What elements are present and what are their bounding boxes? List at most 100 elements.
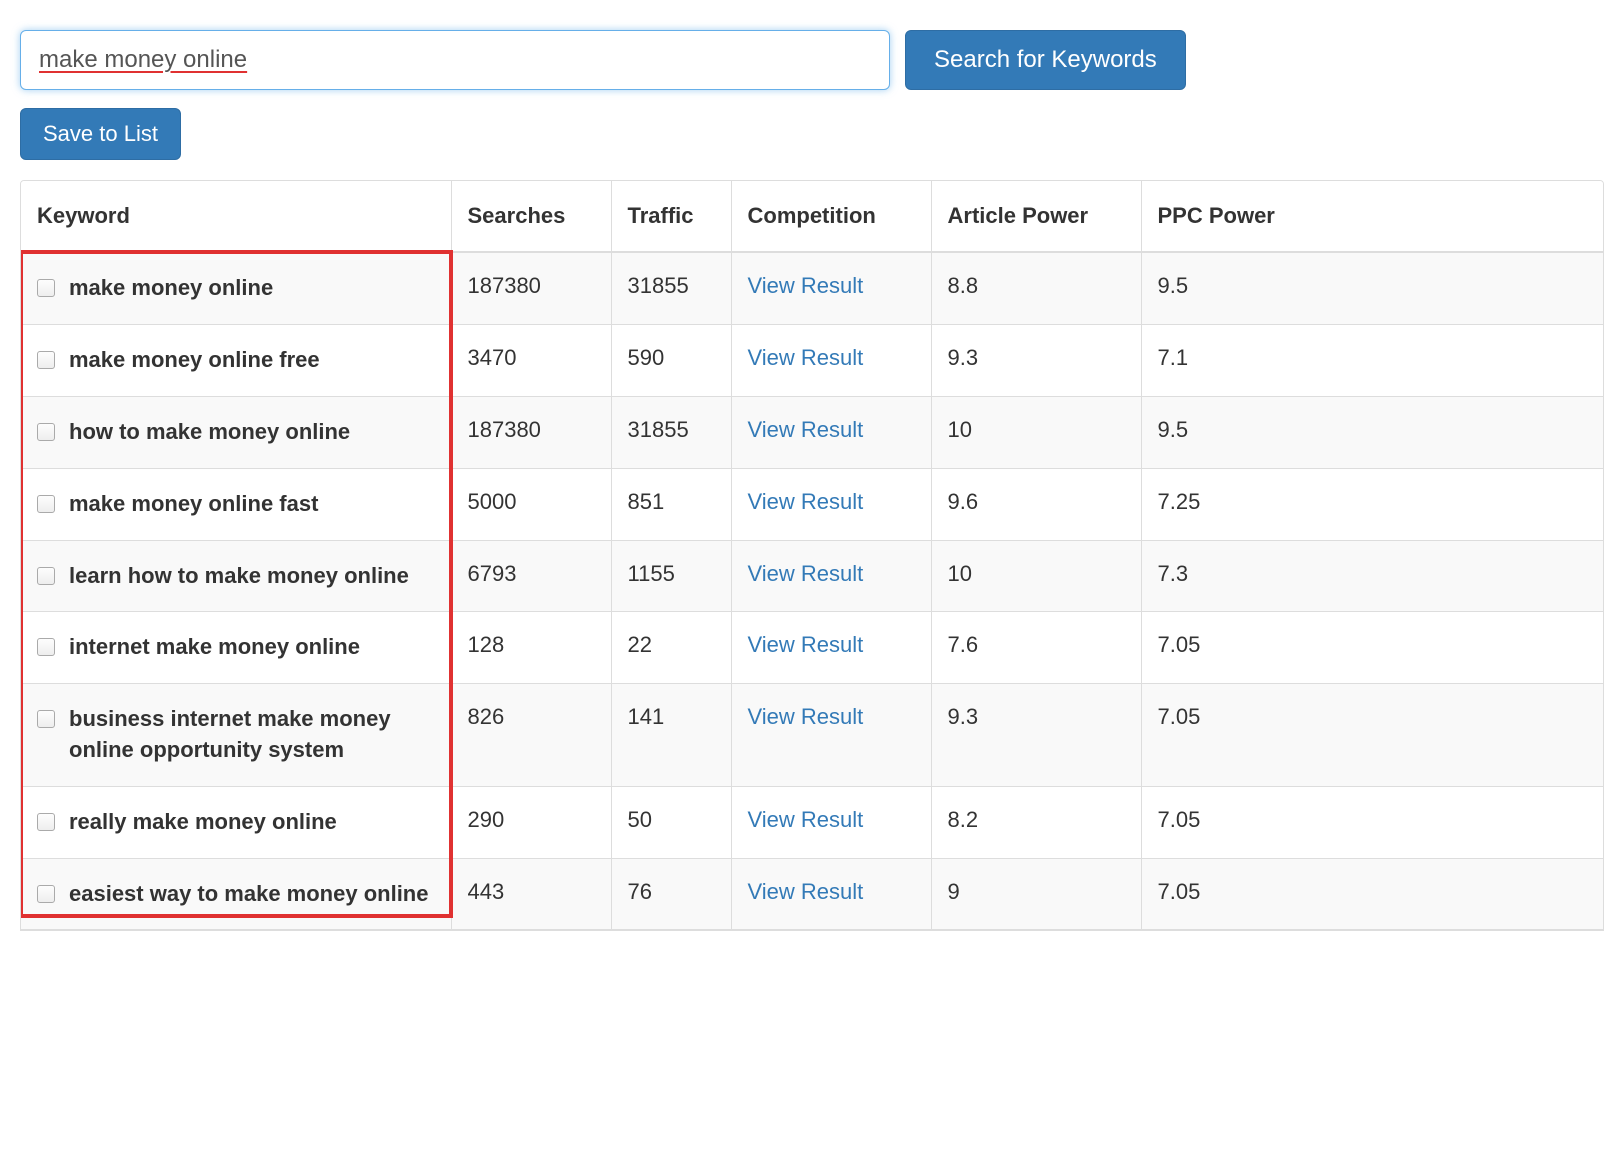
article-power-cell: 10: [931, 396, 1141, 468]
competition-cell: View Result: [731, 684, 931, 787]
row-checkbox[interactable]: [37, 279, 55, 297]
keyword-text: easiest way to make money online: [69, 879, 428, 910]
keyword-cell: really make money online: [21, 786, 451, 858]
row-checkbox[interactable]: [37, 423, 55, 441]
row-checkbox[interactable]: [37, 567, 55, 585]
row-checkbox[interactable]: [37, 638, 55, 656]
traffic-cell: 76: [611, 858, 731, 930]
ppc-power-cell: 9.5: [1141, 252, 1603, 324]
row-checkbox[interactable]: [37, 710, 55, 728]
article-power-cell: 9.3: [931, 684, 1141, 787]
traffic-cell: 31855: [611, 252, 731, 324]
view-result-link[interactable]: View Result: [748, 489, 864, 514]
searches-cell: 443: [451, 858, 611, 930]
view-result-link[interactable]: View Result: [748, 417, 864, 442]
view-result-link[interactable]: View Result: [748, 879, 864, 904]
keyword-text: make money online free: [69, 345, 320, 376]
column-header-ppc-power[interactable]: PPC Power: [1141, 181, 1603, 252]
searches-cell: 187380: [451, 396, 611, 468]
traffic-cell: 851: [611, 468, 731, 540]
keyword-text: make money online: [69, 273, 273, 304]
save-to-list-button[interactable]: Save to List: [20, 108, 181, 160]
column-header-article-power[interactable]: Article Power: [931, 181, 1141, 252]
column-header-keyword[interactable]: Keyword: [21, 181, 451, 252]
ppc-power-cell: 7.25: [1141, 468, 1603, 540]
keyword-cell: make money online fast: [21, 468, 451, 540]
table-row: learn how to make money online 67931155 Vi…: [21, 540, 1603, 612]
traffic-cell: 31855: [611, 396, 731, 468]
searches-cell: 826: [451, 684, 611, 787]
view-result-link[interactable]: View Result: [748, 807, 864, 832]
keyword-results-table: Keyword Searches Traffic Competition Art…: [21, 181, 1603, 930]
keyword-text: make money online fast: [69, 489, 318, 520]
keyword-text: learn how to make money online: [69, 561, 409, 592]
competition-cell: View Result: [731, 252, 931, 324]
competition-cell: View Result: [731, 468, 931, 540]
column-header-traffic[interactable]: Traffic: [611, 181, 731, 252]
column-header-searches[interactable]: Searches: [451, 181, 611, 252]
searches-cell: 187380: [451, 252, 611, 324]
competition-cell: View Result: [731, 396, 931, 468]
keyword-cell: make money online: [21, 252, 451, 324]
traffic-cell: 1155: [611, 540, 731, 612]
row-checkbox[interactable]: [37, 495, 55, 513]
keyword-text: internet make money online: [69, 632, 360, 663]
competition-cell: View Result: [731, 786, 931, 858]
keyword-cell: internet make money online: [21, 612, 451, 684]
searches-cell: 128: [451, 612, 611, 684]
keyword-text: how to make money online: [69, 417, 350, 448]
keyword-text: really make money online: [69, 807, 337, 838]
traffic-cell: 590: [611, 325, 731, 397]
article-power-cell: 10: [931, 540, 1141, 612]
view-result-link[interactable]: View Result: [748, 632, 864, 657]
searches-cell: 3470: [451, 325, 611, 397]
table-row: make money online fast 5000851 View Result…: [21, 468, 1603, 540]
table-row: make money online 18738031855 View Result 8…: [21, 252, 1603, 324]
view-result-link[interactable]: View Result: [748, 273, 864, 298]
table-row: really make money online 29050 View Result…: [21, 786, 1603, 858]
results-table-container: Keyword Searches Traffic Competition Art…: [20, 180, 1604, 931]
ppc-power-cell: 7.3: [1141, 540, 1603, 612]
keyword-cell: how to make money online: [21, 396, 451, 468]
row-checkbox[interactable]: [37, 351, 55, 369]
keyword-text: business internet make money online oppo…: [69, 704, 435, 766]
competition-cell: View Result: [731, 612, 931, 684]
view-result-link[interactable]: View Result: [748, 704, 864, 729]
ppc-power-cell: 7.05: [1141, 858, 1603, 930]
view-result-link[interactable]: View Result: [748, 345, 864, 370]
competition-cell: View Result: [731, 540, 931, 612]
ppc-power-cell: 7.1: [1141, 325, 1603, 397]
article-power-cell: 9: [931, 858, 1141, 930]
search-button[interactable]: Search for Keywords: [905, 30, 1186, 90]
table-row: how to make money online 18738031855 View …: [21, 396, 1603, 468]
table-row: business internet make money online oppo…: [21, 684, 1603, 787]
row-checkbox[interactable]: [37, 813, 55, 831]
traffic-cell: 50: [611, 786, 731, 858]
table-row: easiest way to make money online 44376 Vie…: [21, 858, 1603, 930]
table-row: internet make money online 12822 View Resu…: [21, 612, 1603, 684]
searches-cell: 290: [451, 786, 611, 858]
competition-cell: View Result: [731, 325, 931, 397]
keyword-search-input[interactable]: [20, 30, 890, 90]
keyword-cell: make money online free: [21, 325, 451, 397]
searches-cell: 6793: [451, 540, 611, 612]
ppc-power-cell: 7.05: [1141, 684, 1603, 787]
article-power-cell: 9.6: [931, 468, 1141, 540]
keyword-cell: easiest way to make money online: [21, 858, 451, 930]
keyword-cell: business internet make money online oppo…: [21, 684, 451, 787]
article-power-cell: 7.6: [931, 612, 1141, 684]
traffic-cell: 141: [611, 684, 731, 787]
article-power-cell: 8.8: [931, 252, 1141, 324]
article-power-cell: 8.2: [931, 786, 1141, 858]
table-row: make money online free 3470590 View Result…: [21, 325, 1603, 397]
ppc-power-cell: 7.05: [1141, 786, 1603, 858]
traffic-cell: 22: [611, 612, 731, 684]
keyword-cell: learn how to make money online: [21, 540, 451, 612]
row-checkbox[interactable]: [37, 885, 55, 903]
column-header-competition[interactable]: Competition: [731, 181, 931, 252]
searches-cell: 5000: [451, 468, 611, 540]
ppc-power-cell: 7.05: [1141, 612, 1603, 684]
competition-cell: View Result: [731, 858, 931, 930]
ppc-power-cell: 9.5: [1141, 396, 1603, 468]
view-result-link[interactable]: View Result: [748, 561, 864, 586]
